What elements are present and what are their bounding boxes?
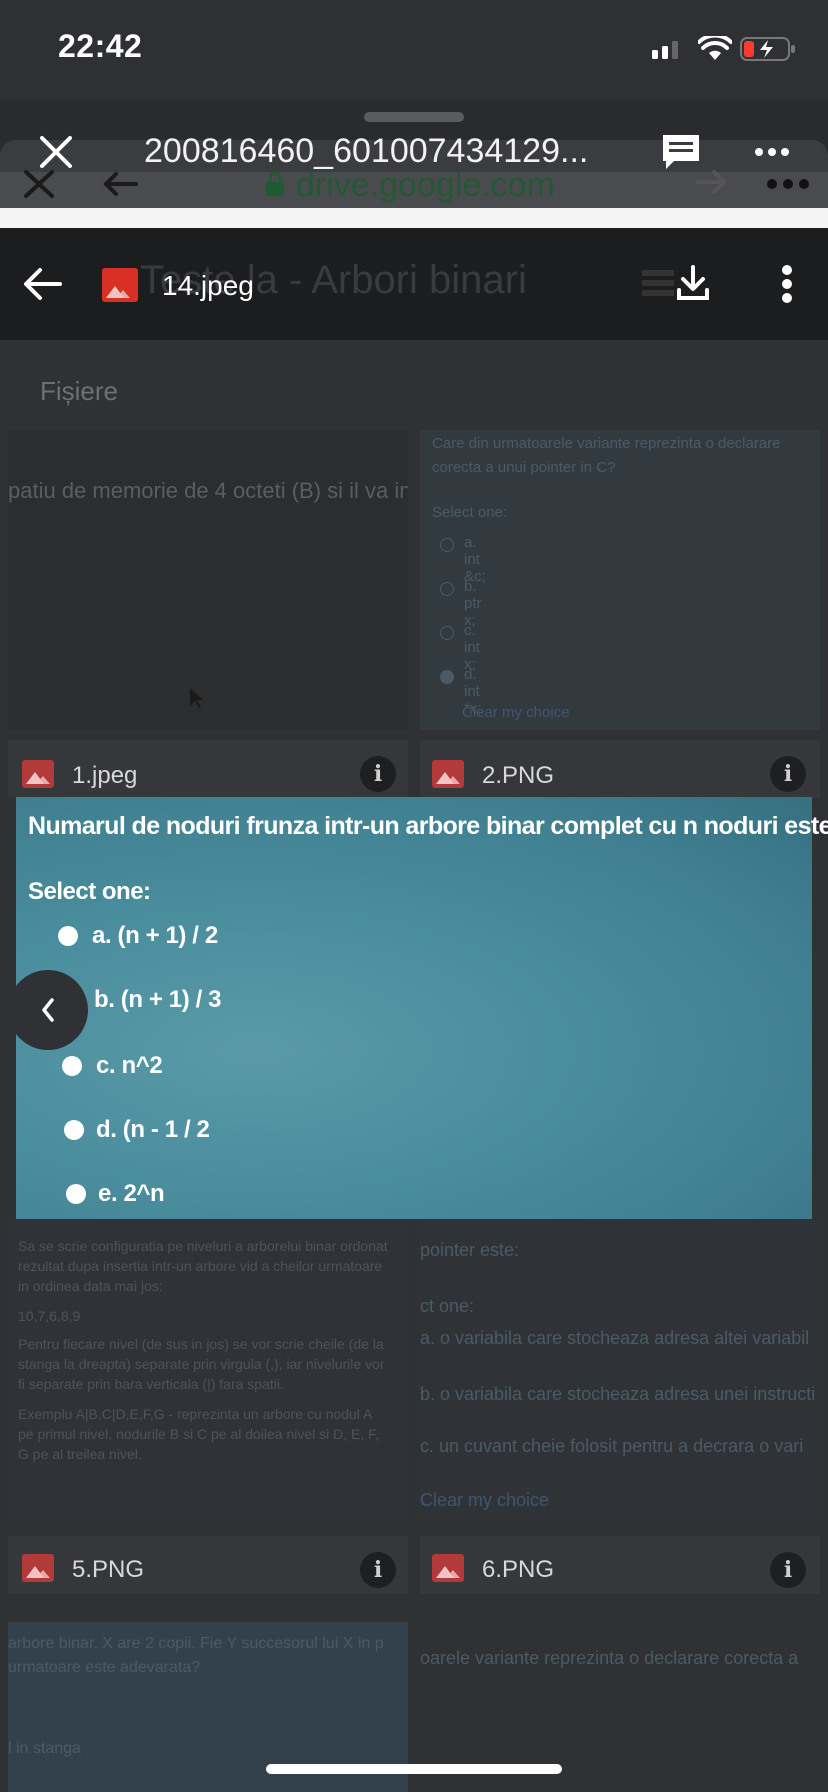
home-indicator[interactable] [266,1764,562,1774]
ghost-url: drive.google.com [296,166,555,204]
image-file-icon [22,760,54,788]
card-3-snippet: Sa se scrie configuratia pe niveluri a a… [18,1238,388,1294]
image-option-c: c. n^2 [96,1052,163,1079]
card-6-label: 6.PNG [482,1556,555,1583]
info-icon[interactable]: i [360,756,396,792]
more-icon[interactable] [754,146,790,158]
card-4-option: c. un cuvant cheie folosit pentru a decr… [420,1436,804,1456]
card-3-keys: 10,7,6,8,9 [18,1308,81,1324]
wifi-icon [698,36,732,60]
chevron-left-icon [42,998,54,1022]
card-5-label: 5.PNG [72,1556,145,1583]
image-radio [64,1120,84,1140]
card-5-footer[interactable] [8,1536,408,1594]
image-radio [62,1056,82,1076]
image-option-d: d. (n - 1 / 2 [96,1116,210,1143]
image-file-icon [432,1554,464,1582]
sheet-divider [0,208,828,228]
lock-icon [266,171,284,196]
card-4-select: ct one: [420,1296,475,1316]
image-radio [58,926,78,946]
card-4-option: a. o variabila care stocheaza adresa alt… [420,1328,810,1348]
info-icon[interactable]: i [360,1552,396,1588]
card-6-footer[interactable] [420,1536,820,1594]
sheet-grabber[interactable] [364,112,464,122]
ghost-more-icon [767,179,809,189]
status-time: 22:42 [58,28,143,64]
card-2-clear: Clear my choice [462,704,570,721]
image-radio [66,1184,86,1204]
ghost-list-icon [642,270,674,296]
image-file-icon [22,1554,54,1582]
info-icon[interactable]: i [770,1552,806,1588]
card-4-question: pointer este: [420,1240,520,1260]
section-title: Fișiere [40,376,119,406]
card-4-clear: Clear my choice [420,1490,550,1510]
download-icon[interactable] [676,264,710,302]
back-arrow-icon[interactable] [22,266,62,302]
image-select-label: Select one: [28,878,151,905]
image-option-a: a. (n + 1) / 2 [92,922,218,949]
card-4-thumb[interactable] [420,1220,820,1520]
card-2-question: Care din urmatoarele variante reprezinta… [432,435,781,476]
card-7-snippet: arbore binar. X are 2 copii. Fie Y succe… [8,1635,384,1676]
image-question: Numarul de noduri frunza intr-un arbore … [28,812,828,840]
overflow-menu-icon[interactable] [780,264,794,304]
card-7-snippet-2: l in stanga [8,1740,81,1757]
card-4-option: b. o variabila care stocheaza adresa une… [420,1384,816,1404]
card-8-snippet: oarele variante reprezinta o declarare c… [420,1648,799,1668]
card-2-label: 2.PNG [482,762,555,789]
image-file-icon [432,760,464,788]
comment-icon[interactable] [660,132,702,172]
card-1-thumb[interactable] [8,430,408,730]
card-3-snippet-2: Pentru fiecare nivel (de sus in jos) se … [18,1336,385,1392]
info-icon[interactable]: i [770,756,806,792]
ghost-back-icon [103,172,138,196]
image-file-icon [102,268,138,302]
card-1-footer[interactable] [8,740,408,798]
card-2-select: Select one: [432,504,508,521]
viewer-file-name: 14.jpeg [162,270,254,301]
close-icon[interactable] [38,134,74,170]
image-option-b: b. (n + 1) / 3 [94,986,222,1013]
card-1-label: 1.jpeg [72,762,138,789]
card-3-snippet-3: Exemplu A|B,C|D,E,F,G - reprezinta un ar… [18,1406,380,1462]
image-option-e: e. 2^n [98,1180,165,1207]
card-1-snippet: patiu de memorie de 4 octeti (B) si il v… [8,478,408,503]
card-2-footer[interactable] [420,740,820,798]
sheet-title: 200816460_601007434129... [144,132,589,170]
cursor-icon [190,688,203,708]
ghost-forward-icon [696,170,727,194]
ghost-close-icon [24,170,54,198]
battery-icon [740,37,795,61]
signal-icon [652,41,678,59]
